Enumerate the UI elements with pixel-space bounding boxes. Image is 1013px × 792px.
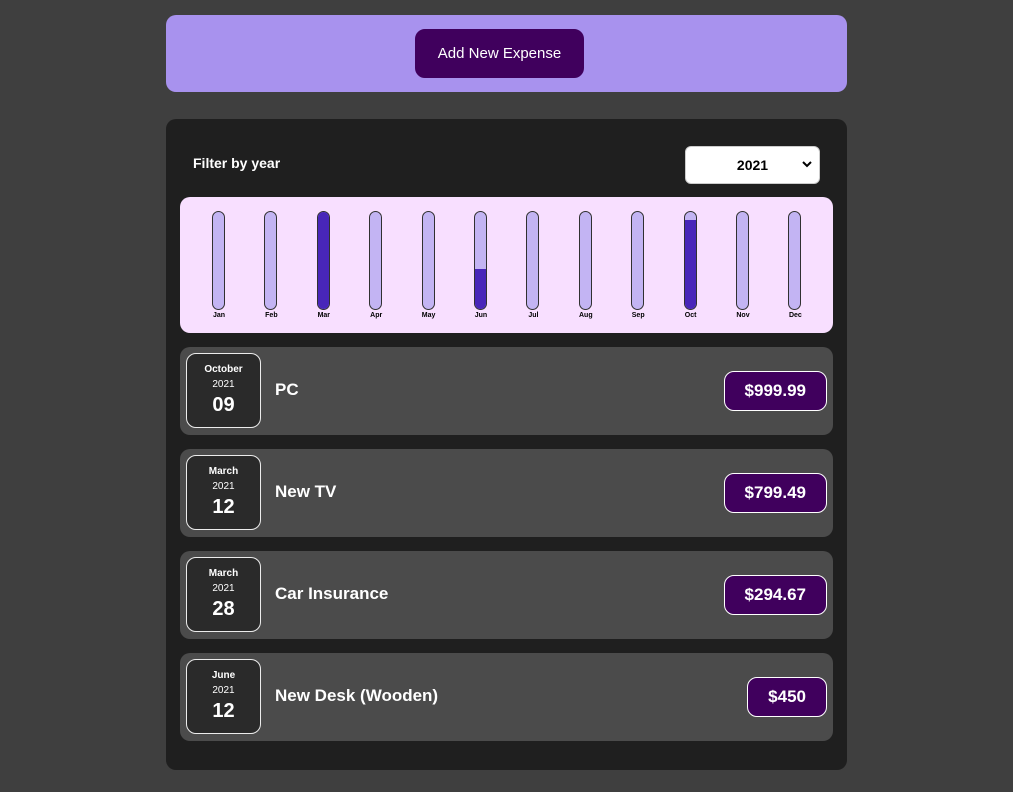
expenses-chart: Jan Feb Mar Apr May Jun Jul Aug Sep Oct Nov Dec xyxy=(180,197,833,333)
chart-bar-track xyxy=(369,211,383,310)
chart-bar-sep: Sep xyxy=(623,197,653,333)
expense-title: Car Insurance xyxy=(275,584,389,603)
chart-bar-track xyxy=(264,211,278,310)
expense-price: $799.49 xyxy=(723,473,827,513)
chart-bar-track xyxy=(788,211,802,310)
add-new-expense-button[interactable]: Add New Expense xyxy=(415,29,584,78)
chart-bar-track xyxy=(212,211,225,310)
chart-bar-jan: Jan xyxy=(204,197,234,333)
chart-bar-label: Oct xyxy=(684,312,697,319)
expense-date-month: October xyxy=(204,364,243,375)
chart-bar-apr: Apr xyxy=(361,197,391,333)
expense-date: October 2021 09 xyxy=(186,353,261,428)
expense-date-month: March xyxy=(208,466,239,477)
chart-bar-track xyxy=(736,211,749,310)
expense-date: March 2021 12 xyxy=(186,455,261,530)
chart-bar-fill xyxy=(317,212,329,309)
chart-bar-may: May xyxy=(414,197,444,333)
chart-bar-label: Jan xyxy=(212,312,226,319)
new-expense-panel: Add New Expense xyxy=(166,15,847,92)
expense-title: New Desk (Wooden) xyxy=(275,686,439,705)
expense-date-month: June xyxy=(211,670,236,681)
chart-bar-label: Aug xyxy=(578,312,593,319)
chart-bar-label: Jun xyxy=(474,312,488,319)
expense-item: March 2021 28 Car Insurance $294.67 xyxy=(180,551,833,639)
chart-bar-fill xyxy=(684,220,696,309)
chart-bar-track xyxy=(474,211,487,310)
expense-date-day: 12 xyxy=(212,700,235,722)
expense-title: New TV xyxy=(275,482,337,501)
expense-price: $294.67 xyxy=(723,575,827,615)
expense-date: March 2021 28 xyxy=(186,557,261,632)
expense-price: $450 xyxy=(747,677,827,717)
chart-bar-jun: Jun xyxy=(466,197,496,333)
chevron-down-icon xyxy=(802,161,812,168)
chart-bar-track xyxy=(421,211,435,310)
expense-date-day: 09 xyxy=(212,394,235,416)
chart-bar-nov: Nov xyxy=(728,197,758,333)
chart-bar-label: Jul xyxy=(528,312,539,319)
chart-bar-dec: Dec xyxy=(780,197,810,333)
year-select[interactable]: 2021 xyxy=(685,146,820,184)
expense-price: $999.99 xyxy=(723,371,827,411)
chart-bar-track xyxy=(683,211,697,310)
expenses-panel: Filter by year 2021 Jan Feb Mar Apr May Jun Ju… xyxy=(166,119,847,770)
chart-bar-track xyxy=(316,211,330,310)
chart-bar-mar: Mar xyxy=(309,197,339,333)
chart-bar-oct: Oct xyxy=(676,197,706,333)
expense-date-month: March xyxy=(208,568,239,579)
filter-label: Filter by year xyxy=(193,155,281,171)
chart-bar-label: Mar xyxy=(317,312,331,319)
year-select-value: 2021 xyxy=(736,157,769,173)
chart-bar-aug: Aug xyxy=(571,197,601,333)
expense-date-year: 2021 xyxy=(212,379,235,390)
expense-date-year: 2021 xyxy=(212,481,235,492)
chart-bar-track xyxy=(631,211,645,310)
expense-date-day: 12 xyxy=(212,496,235,518)
chart-bar-label: Dec xyxy=(788,312,802,319)
expense-date: June 2021 12 xyxy=(186,659,261,734)
chart-bar-label: Nov xyxy=(736,312,750,319)
chart-bar-feb: Feb xyxy=(256,197,286,333)
expense-date-day: 28 xyxy=(212,598,235,620)
expense-item: March 2021 12 New TV $799.49 xyxy=(180,449,833,537)
chart-bar-label: May xyxy=(421,312,436,319)
chart-bar-label: Feb xyxy=(265,312,278,319)
expense-item: October 2021 09 PC $999.99 xyxy=(180,347,833,435)
chart-bar-label: Sep xyxy=(631,312,645,319)
chart-bar-label: Apr xyxy=(370,312,383,319)
expense-date-year: 2021 xyxy=(212,685,235,696)
chart-bar-fill xyxy=(475,269,486,309)
expense-item: June 2021 12 New Desk (Wooden) $450 xyxy=(180,653,833,741)
expense-date-year: 2021 xyxy=(212,583,235,594)
chart-bar-track xyxy=(526,211,540,310)
chart-bar-track xyxy=(578,211,592,310)
chart-bar-jul: Jul xyxy=(518,197,548,333)
expense-title: PC xyxy=(275,380,299,399)
